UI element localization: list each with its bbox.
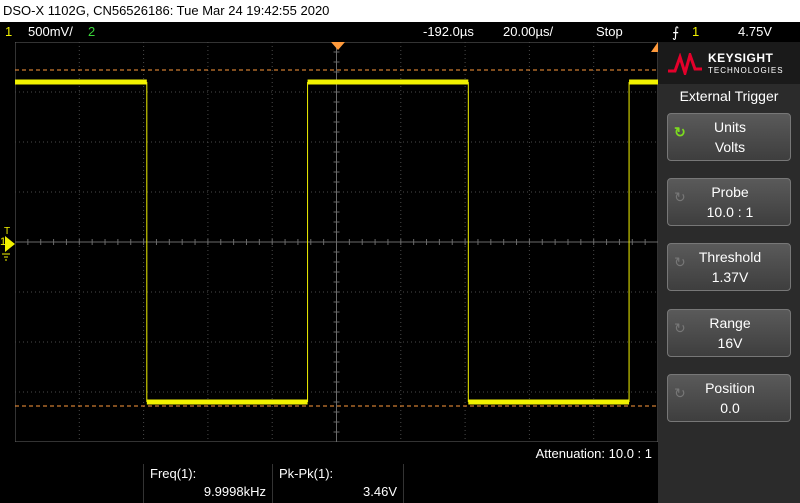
title-bar: DSO-X 1102G, CN56526186: Tue Mar 24 19:4…	[0, 0, 800, 22]
time-delay[interactable]: -192.0µs	[423, 22, 474, 42]
ch1-ground-label: 1	[0, 236, 7, 248]
window-title: DSO-X 1102G, CN56526186: Tue Mar 24 19:4…	[3, 3, 330, 18]
status-bar: 1 500mV/ 2 -192.0µs 20.00µs/ Stop ⨍ 1 4.…	[0, 22, 800, 42]
waveform-display[interactable]	[15, 42, 658, 442]
measurement-name: Pk-Pk(1):	[279, 466, 334, 481]
softkey-value: 10.0 : 1	[706, 204, 754, 220]
ch1-ground-marker[interactable]: 1	[0, 236, 15, 252]
softkey-value: 0.0	[720, 400, 740, 416]
softkey-threshold[interactable]: ↻ Threshold 1.37V	[667, 243, 791, 291]
measurement-divider	[403, 464, 405, 503]
softkey-label: Range	[709, 315, 751, 331]
trigger-channel[interactable]: 1	[692, 22, 699, 42]
run-state[interactable]: Stop	[596, 22, 623, 42]
trigger-level-marker[interactable]: T	[4, 226, 10, 237]
measurement-row: Freq(1): 9.9998kHz Pk-Pk(1): 3.46V	[0, 464, 658, 503]
softkey-label: Probe	[711, 184, 749, 200]
softkey-position[interactable]: ↻ Position 0.0	[667, 374, 791, 422]
ch2-number[interactable]: 2	[88, 22, 95, 42]
softkey-value: 16V	[717, 335, 743, 351]
ch1-number[interactable]: 1	[5, 22, 12, 42]
trigger-position-marker[interactable]	[331, 42, 345, 52]
ch1-scale[interactable]: 500mV/	[28, 22, 73, 42]
softkey-value: 1.37V	[711, 269, 749, 285]
softkey-panel: KEYSIGHT TECHNOLOGIES External Trigger ↻…	[658, 42, 800, 503]
ground-icon	[2, 253, 10, 261]
measurement-freq[interactable]: Freq(1): 9.9998kHz	[143, 464, 272, 503]
keysight-logo-icon	[668, 53, 702, 75]
attenuation-readout: Attenuation: 10.0 : 1	[535, 446, 652, 461]
trigger-level[interactable]: 4.75V	[738, 22, 772, 42]
measurement-name: Freq(1):	[150, 466, 197, 481]
measurement-value: 9.9998kHz	[203, 484, 266, 499]
softkey-range[interactable]: ↻ Range 16V	[667, 309, 791, 357]
brand-name: KEYSIGHT	[708, 51, 774, 65]
brand-sub: TECHNOLOGIES	[708, 66, 784, 75]
softkey-label: Position	[705, 380, 755, 396]
measurement-pkpk[interactable]: Pk-Pk(1): 3.46V	[272, 464, 403, 503]
trigger-edge-icon: ⨍	[672, 24, 680, 40]
softkey-label: Units	[714, 119, 746, 135]
timebase[interactable]: 20.00µs/	[503, 22, 553, 42]
softkey-probe[interactable]: ↻ Probe 10.0 : 1	[667, 178, 791, 226]
measurement-value: 3.46V	[363, 484, 397, 499]
menu-title: External Trigger	[679, 88, 779, 104]
softkey-label: Threshold	[698, 249, 762, 265]
measurement-area: Attenuation: 10.0 : 1 Freq(1): 9.9998kHz…	[0, 442, 658, 503]
brand-block: KEYSIGHT TECHNOLOGIES	[658, 42, 800, 84]
softkey-units[interactable]: ↻ Units Volts	[667, 113, 791, 161]
trigger-level-label: T	[4, 226, 11, 237]
softkey-value: Volts	[714, 139, 746, 155]
